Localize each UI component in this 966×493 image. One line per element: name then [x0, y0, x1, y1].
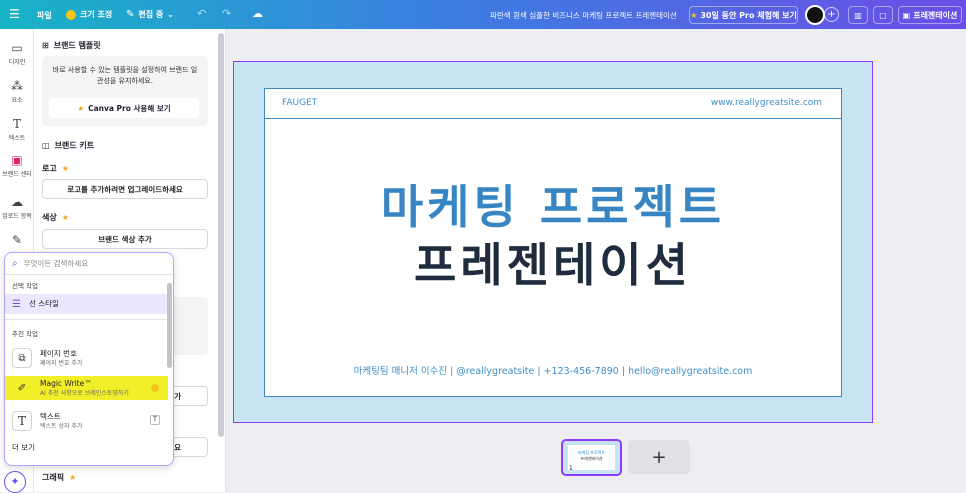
brand-kit-heading: ◫ 브랜드 키트 [42, 141, 95, 150]
add-collaborator-icon[interactable]: + [824, 7, 839, 22]
star-icon: ★ [69, 473, 77, 482]
canva-pro-button[interactable]: ★ Canva Pro 사용해 보기 [49, 98, 199, 118]
thumbnail-preview: 마케팅 프로젝트 프레젠테이션 [568, 445, 615, 470]
upgrade-logo-button[interactable]: 로고를 추가하려면 업그레이드하세요 [42, 179, 208, 199]
editing-mode-button[interactable]: ✎ 편집 중 ⌄ [126, 9, 174, 20]
insights-icon[interactable]: ▥ [848, 6, 868, 24]
elements-icon: ⁂ [11, 79, 23, 93]
pro-trial-button[interactable]: ★ 30일 동안 Pro 체험해 보기 [689, 6, 798, 24]
sidebar-item-text[interactable]: T 텍스트 [0, 117, 34, 142]
magic-write-icon: ✐ [17, 382, 27, 394]
search-icon: ⌕ [12, 258, 18, 269]
page-number: 1 [569, 465, 573, 472]
popup-scrollbar[interactable] [167, 283, 172, 368]
star-icon: ★ [77, 103, 85, 113]
text-box-icon: T [12, 411, 32, 431]
chevron-down-icon: ⌄ [167, 10, 174, 19]
line-style-icon: ☰ [12, 298, 21, 310]
present-button[interactable]: ▣ 프레젠테이션 [898, 6, 962, 24]
search-input[interactable]: 무엇이든 검색하세요 [24, 258, 88, 269]
top-bar: ☰ 파일 크기 조정 ✎ 편집 중 ⌄ ↶ ↷ ☁ 파란색 흰색 심플한 비즈니… [0, 0, 966, 29]
panel-scrollbar[interactable] [218, 33, 224, 437]
draw-icon: ✎ [11, 233, 23, 247]
cloud-save-icon[interactable]: ☁ [252, 7, 263, 20]
bottom-bar [226, 482, 966, 492]
sidebar-item-design[interactable]: ▭ 디자인 [0, 41, 34, 66]
upload-icon: ☁ [11, 195, 23, 209]
sidebar-item-brand[interactable]: ▣ 브랜드 센터 [0, 153, 34, 178]
undo-icon[interactable]: ↶ [197, 7, 206, 20]
thumbnail-line-2: 프레젠테이션 [580, 456, 603, 461]
slide-title-line-2[interactable]: 프레젠테이션 [264, 238, 842, 292]
brand-icon: ▣ [11, 153, 23, 167]
comment-icon[interactable]: ▢ [873, 6, 893, 24]
page-thumbnail-1[interactable]: 마케팅 프로젝트 프레젠테이션 1 [561, 439, 622, 476]
shortcut-key: T [150, 415, 160, 425]
crown-icon [66, 9, 76, 20]
avatar[interactable] [805, 5, 825, 25]
slide-brand-name[interactable]: FAUGET [282, 98, 317, 108]
page-number-item[interactable]: ⧉ 페이지 번호 페이지 번호 추가 [5, 346, 168, 370]
command-popup: ⌕ 무엇이든 검색하세요 선택 작업 ☰ 선 스타일 추천 작업 ⧉ 페이지 번… [4, 252, 174, 466]
resize-button[interactable]: 크기 조정 [66, 9, 112, 20]
slide-footer[interactable]: 마케팅팀 매니저 이수진 | @reallygreatsite | +123-4… [264, 363, 842, 377]
star-icon: ★ [61, 213, 69, 222]
line-style-item[interactable]: ☰ 선 스타일 [5, 294, 168, 314]
popup-search-bar[interactable]: ⌕ 무엇이든 검색하세요 [5, 253, 173, 275]
crown-icon [151, 384, 159, 392]
section-recommended-label: 추천 작업 [12, 330, 38, 338]
magic-write-item[interactable]: ✐ Magic Write™ AI 추천 사항으로 브레인스토밍하기 [5, 376, 168, 400]
magic-icon[interactable]: ✦ [4, 471, 26, 493]
section-selected-label: 선택 작업 [12, 282, 38, 290]
sidebar-item-elements[interactable]: ⁂ 요소 [0, 79, 34, 104]
color-heading: 색상 ★ [42, 213, 69, 222]
star-icon: ★ [61, 164, 69, 173]
sidebar-item-uploads[interactable]: ☁ 업로드 항목 [0, 195, 34, 220]
graphic-heading: 그래픽 ★ [42, 473, 77, 482]
brand-kit-icon: ◫ [42, 141, 50, 150]
add-brand-color-button[interactable]: 브랜드 색상 추가 [42, 229, 208, 249]
text-box-item[interactable]: T 텍스트 텍스트 상자 추가 [5, 409, 168, 433]
brand-templates-card: 바로 사용할 수 있는 템플릿을 설정하여 브랜드 일관성을 유지하세요. ★ … [42, 56, 208, 126]
pencil-icon: ✎ [126, 9, 135, 20]
sidebar-item-draw[interactable]: ✎ [0, 233, 34, 249]
page-number-icon: ⧉ [12, 348, 32, 368]
text-icon: T [12, 117, 21, 131]
hamburger-icon[interactable]: ☰ [9, 7, 20, 21]
brand-templates-heading: ⊞ 브랜드 템플릿 [42, 41, 101, 50]
template-icon: ⊞ [42, 41, 49, 50]
design-icon: ▭ [11, 41, 23, 55]
present-icon: ▣ [902, 10, 911, 20]
star-icon: ★ [690, 10, 698, 20]
more-link[interactable]: 더 보기 [12, 442, 35, 453]
slide-url[interactable]: www.reallygreatsite.com [711, 98, 822, 108]
slide-title-line-1[interactable]: 마케팅 프로젝트 [264, 180, 842, 234]
add-page-button[interactable]: + [628, 440, 690, 474]
document-title[interactable]: 파란색 흰색 심플한 비즈니스 마케팅 프로젝트 프레젠테이션 [490, 10, 677, 21]
redo-icon[interactable]: ↷ [222, 7, 231, 20]
divider [5, 319, 168, 320]
brand-templates-description: 바로 사용할 수 있는 템플릿을 설정하여 브랜드 일관성을 유지하세요. [52, 66, 198, 85]
slide-divider [264, 118, 842, 119]
logo-heading: 로고 ★ [42, 164, 69, 173]
file-menu[interactable]: 파일 [37, 10, 52, 21]
